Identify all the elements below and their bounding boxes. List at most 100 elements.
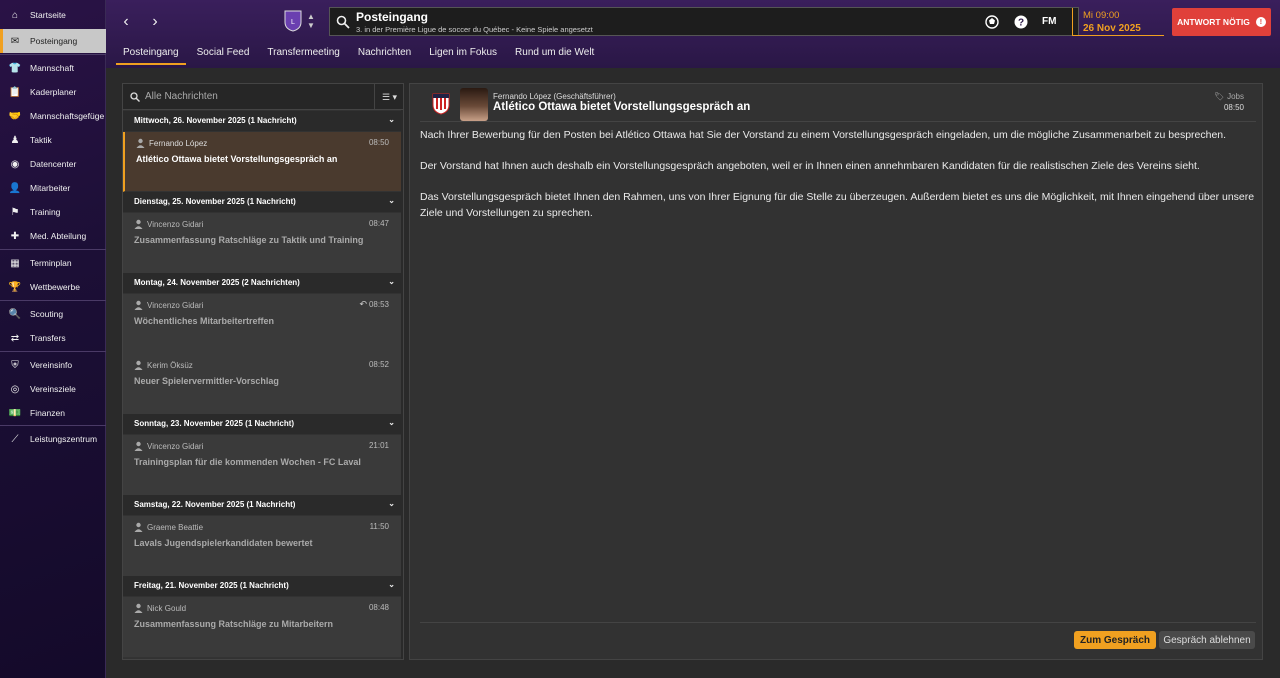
performance-icon: ⟋	[11, 433, 19, 445]
message-subject: Lavals Jugendspielerkandidaten bewertet	[134, 538, 313, 548]
sidebar-item-transfers[interactable]: ⇄ Transfers	[0, 326, 106, 350]
list-item[interactable]: Vincenzo Gidari 21:01 Trainingsplan für di…	[123, 435, 401, 496]
calendar-icon: ▦	[10, 257, 20, 269]
message-subject: Zusammenfassung Ratschläge zu Mitarbeite…	[134, 619, 334, 629]
sidebar-item-label: Taktik	[30, 135, 52, 145]
sidebar-item-label: Vereinsziele	[30, 384, 76, 394]
list-item[interactable]: Kerim Öksüz 08:52 Neuer Spielervermittler-…	[123, 354, 401, 415]
search-icon[interactable]	[336, 15, 350, 29]
alert-icon: !	[1255, 17, 1266, 27]
sidebar-item-label: Mannschaftsgefüge	[30, 111, 105, 121]
date-group-label: Montag, 24. November 2025 (2 Nachrichten…	[134, 278, 300, 287]
message-category: 🏷 Jobs	[1214, 92, 1244, 101]
date-group-header[interactable]: Samstag, 22. November 2025 (1 Nachricht)…	[123, 495, 401, 515]
sidebar-item-label: Mannschaft	[30, 63, 74, 73]
club-switch-icon[interactable]: ▲ ▼	[306, 12, 316, 32]
back-button[interactable]: ‹	[115, 12, 137, 32]
sidebar-item-label: Wettbewerbe	[30, 282, 80, 292]
chevron-down-icon[interactable]: ⌄	[388, 580, 395, 589]
date-group-header[interactable]: Sonntag, 23. November 2025 (1 Nachricht)…	[123, 414, 401, 434]
inbox-icon: ✉	[10, 35, 20, 47]
sidebar-item-posteingang[interactable]: ✉ Posteingang	[0, 29, 106, 53]
date-group-header[interactable]: Freitag, 21. November 2025 (1 Nachricht)…	[123, 576, 401, 596]
tab-transfermeeting[interactable]: Transfermeeting	[260, 44, 346, 65]
person-icon	[134, 219, 143, 229]
message-time: 08:50	[368, 138, 389, 147]
sidebar-item-label: Transfers	[30, 333, 66, 343]
person-icon	[134, 603, 143, 613]
message-category-label: Jobs	[1227, 92, 1244, 101]
message-sender[interactable]: Fernando López (Geschäftsführer)	[493, 92, 616, 101]
tab-rund-um-die-welt[interactable]: Rund um die Welt	[508, 44, 601, 65]
filter-menu-button[interactable]: ☰ ▾	[374, 84, 403, 110]
reply-required-button[interactable]: ANTWORT NÖTIG !	[1172, 8, 1271, 36]
tab-ligen-im-fokus[interactable]: Ligen im Fokus	[422, 44, 504, 65]
sidebar-item-mannschaftsgefüge[interactable]: 🤝 Mannschaftsgefüge	[0, 104, 106, 128]
sidebar-item-scouting[interactable]: 🔍 Scouting	[0, 302, 106, 326]
divider	[420, 622, 1256, 623]
handshake-icon: 🤝	[8, 110, 22, 122]
date-box[interactable]: Mi 09:00 26 Nov 2025	[1072, 8, 1164, 36]
sidebar-item-label: Vereinsinfo	[30, 360, 73, 370]
list-item[interactable]: Fernando López 08:50 Atlético Ottawa biete…	[123, 132, 401, 192]
page-title: Posteingang	[356, 10, 429, 24]
chevron-down-icon[interactable]: ⌄	[388, 115, 395, 124]
list-scrollbar[interactable]	[401, 110, 403, 659]
filter-input[interactable]: Alle Nachrichten	[145, 91, 218, 102]
tag-icon: 🏷	[1213, 92, 1225, 101]
tab-social-feed[interactable]: Social Feed	[190, 44, 257, 65]
sidebar-item-mitarbeiter[interactable]: 👤 Mitarbeiter	[0, 176, 106, 200]
help-icon[interactable]: ?	[1013, 14, 1029, 30]
date-group-header[interactable]: Dienstag, 25. November 2025 (1 Nachricht…	[123, 192, 401, 212]
clipboard-icon: 📋	[8, 86, 22, 98]
sidebar-item-wettbewerbe[interactable]: 🏆 Wettbewerbe	[0, 275, 106, 299]
accept-interview-button[interactable]: Zum Gespräch	[1074, 631, 1156, 649]
club-badge-icon[interactable]: L	[284, 10, 302, 32]
sidebar-item-datencenter[interactable]: ◉ Datencenter	[0, 152, 106, 176]
sidebar-item-startseite[interactable]: ⌂ Startseite	[0, 3, 106, 27]
date-group-header[interactable]: Montag, 24. November 2025 (2 Nachrichten…	[123, 273, 401, 293]
sidebar-item-vereinsinfo[interactable]: ⛨ Vereinsinfo	[0, 353, 106, 377]
forward-button[interactable]: ›	[144, 12, 166, 32]
fm-logo[interactable]: FM	[1042, 16, 1056, 27]
message-time: 11:50	[369, 522, 389, 531]
sidebar-item-finanzen[interactable]: 💵 Finanzen	[0, 401, 106, 425]
sidebar-divider	[0, 300, 106, 301]
page-scrollbar[interactable]	[1268, 70, 1274, 670]
sidebar-item-med-abteilung[interactable]: ✚ Med. Abteilung	[0, 224, 106, 248]
date-group-header[interactable]: Mittwoch, 26. November 2025 (1 Nachricht…	[123, 111, 401, 131]
message-subject: Atlético Ottawa bietet Vorstellungsgespr…	[136, 154, 338, 164]
list-item[interactable]: Vincenzo Gidari 08:53 Wöchentliches Mitarb…	[123, 294, 401, 355]
tab-posteingang[interactable]: Posteingang	[116, 44, 186, 65]
sidebar-item-training[interactable]: ⚑ Training	[0, 200, 106, 224]
sidebar-item-vereinsziele[interactable]: ◎ Vereinsziele	[0, 377, 106, 401]
club-crest-icon	[432, 93, 450, 115]
decline-interview-button[interactable]: Gespräch ablehnen	[1159, 631, 1255, 649]
sidebar-item-kaderplaner[interactable]: 📋 Kaderplaner	[0, 80, 106, 104]
chevron-down-icon[interactable]: ⌄	[388, 499, 395, 508]
message-sender: Nick Gould	[147, 604, 187, 613]
sidebar-item-terminplan[interactable]: ▦ Terminplan	[0, 251, 106, 275]
list-item[interactable]: Nick Gould 08:48 Zusammenfassung Ratschläg…	[123, 597, 401, 658]
sidebar-item-leistungszentrum[interactable]: ⟋ Leistungszentrum	[0, 427, 106, 451]
message-sender: Graeme Beattie	[147, 523, 204, 532]
sidebar-item-taktik[interactable]: ♟ Taktik	[0, 128, 106, 152]
chevron-down-icon[interactable]: ⌄	[388, 418, 395, 427]
current-date: 26 Nov 2025	[1083, 23, 1141, 34]
list-item[interactable]: Graeme Beattie 11:50 Lavals Jugendspielerk…	[123, 516, 401, 577]
sidebar: ⌂ Startseite ✉ Posteingang 👕 Mannschaft 📋 Kader…	[0, 0, 106, 678]
message-subject: Atlético Ottawa bietet Vorstellungsgespr…	[493, 101, 751, 113]
person-icon	[134, 441, 143, 451]
message-sender: Vincenzo Gidari	[147, 301, 204, 310]
sidebar-item-mannschaft[interactable]: 👕 Mannschaft	[0, 56, 106, 80]
message-subject: Wöchentliches Mitarbeitertreffen	[134, 316, 275, 326]
tab-nachrichten[interactable]: Nachrichten	[351, 44, 418, 65]
sender-avatar[interactable]	[460, 88, 488, 121]
football-icon[interactable]	[984, 14, 1000, 30]
sidebar-item-label: Kaderplaner	[30, 87, 77, 97]
list-item[interactable]: Vincenzo Gidari 08:47 Zusammenfassung Rats…	[123, 213, 401, 274]
chevron-down-icon[interactable]: ⌄	[388, 277, 395, 286]
current-time: Mi 09:00	[1083, 10, 1120, 21]
message-paragraph: Das Vorstellungsgespräch bietet Ihnen de…	[420, 191, 1255, 219]
chevron-down-icon[interactable]: ⌄	[388, 196, 395, 205]
